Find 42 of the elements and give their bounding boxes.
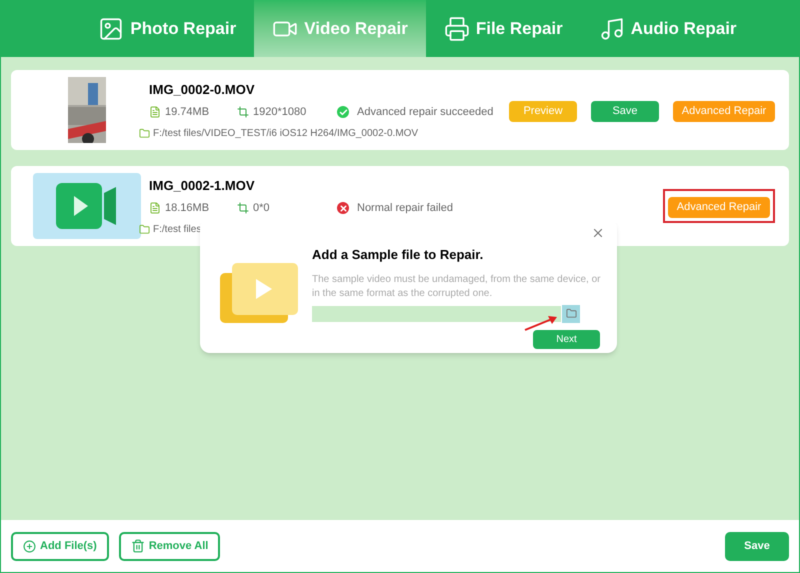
- close-button[interactable]: [591, 226, 605, 240]
- video-folder-icon: [220, 263, 298, 323]
- repair-status: Normal repair failed: [357, 201, 453, 216]
- trash-icon: [130, 539, 145, 553]
- folder-icon: [566, 308, 576, 319]
- dialog-title: Add a Sample file to Repair.: [312, 246, 484, 264]
- preview-button[interactable]: Preview: [509, 100, 577, 122]
- browse-button[interactable]: [562, 304, 580, 322]
- tab[interactable]: File Repair: [426, 0, 581, 57]
- dialog-description: The sample video must be undamaged, from the same device, or in the same format as the corrupted one.: [312, 272, 602, 300]
- file-size: 18.16MB: [165, 201, 210, 216]
- next-button[interactable]: Next: [533, 330, 600, 348]
- save-button[interactable]: Save: [591, 100, 659, 122]
- remove-all-button[interactable]: Remove All: [118, 532, 220, 560]
- file-path: F:/test files/VIDEO_TEST/i6 iOS12 H264/IMG_0002-0.MOV: [153, 126, 418, 140]
- file-size-icon: [149, 106, 161, 118]
- repair-status: Advanced repair succeeded: [357, 105, 494, 120]
- tab[interactable]: Photo Repair: [80, 0, 254, 57]
- pointer-arrow: [524, 314, 558, 330]
- file-name: IMG_0002-1.MOV: [149, 176, 256, 194]
- photo-icon: [98, 16, 124, 42]
- tab[interactable]: Audio Repair: [580, 0, 755, 57]
- success-icon: [337, 106, 349, 118]
- resolution-icon: [237, 106, 249, 118]
- advanced-button[interactable]: Advanced Repair: [673, 100, 775, 122]
- add-icon: [23, 540, 36, 552]
- error-icon: [337, 202, 349, 214]
- file-name: IMG_0002-0.MOV: [149, 80, 256, 98]
- file-size-icon: [149, 202, 161, 214]
- add-files-button[interactable]: Add File(s): [11, 532, 109, 560]
- advanced-button[interactable]: Advanced Repair: [668, 196, 770, 218]
- file-size: 19.74MB: [165, 105, 210, 120]
- save-button[interactable]: Save: [725, 532, 789, 560]
- tab[interactable]: Video Repair: [254, 0, 426, 57]
- audio-icon: [598, 16, 625, 42]
- video-camera-icon: [56, 183, 118, 229]
- folder-icon: [139, 224, 150, 234]
- folder-icon: [139, 128, 150, 138]
- sample-file-field[interactable]: [312, 306, 561, 322]
- resolution: 1920*1080: [253, 105, 306, 120]
- resolution: 0*0: [253, 201, 270, 216]
- resolution-icon: [237, 202, 249, 214]
